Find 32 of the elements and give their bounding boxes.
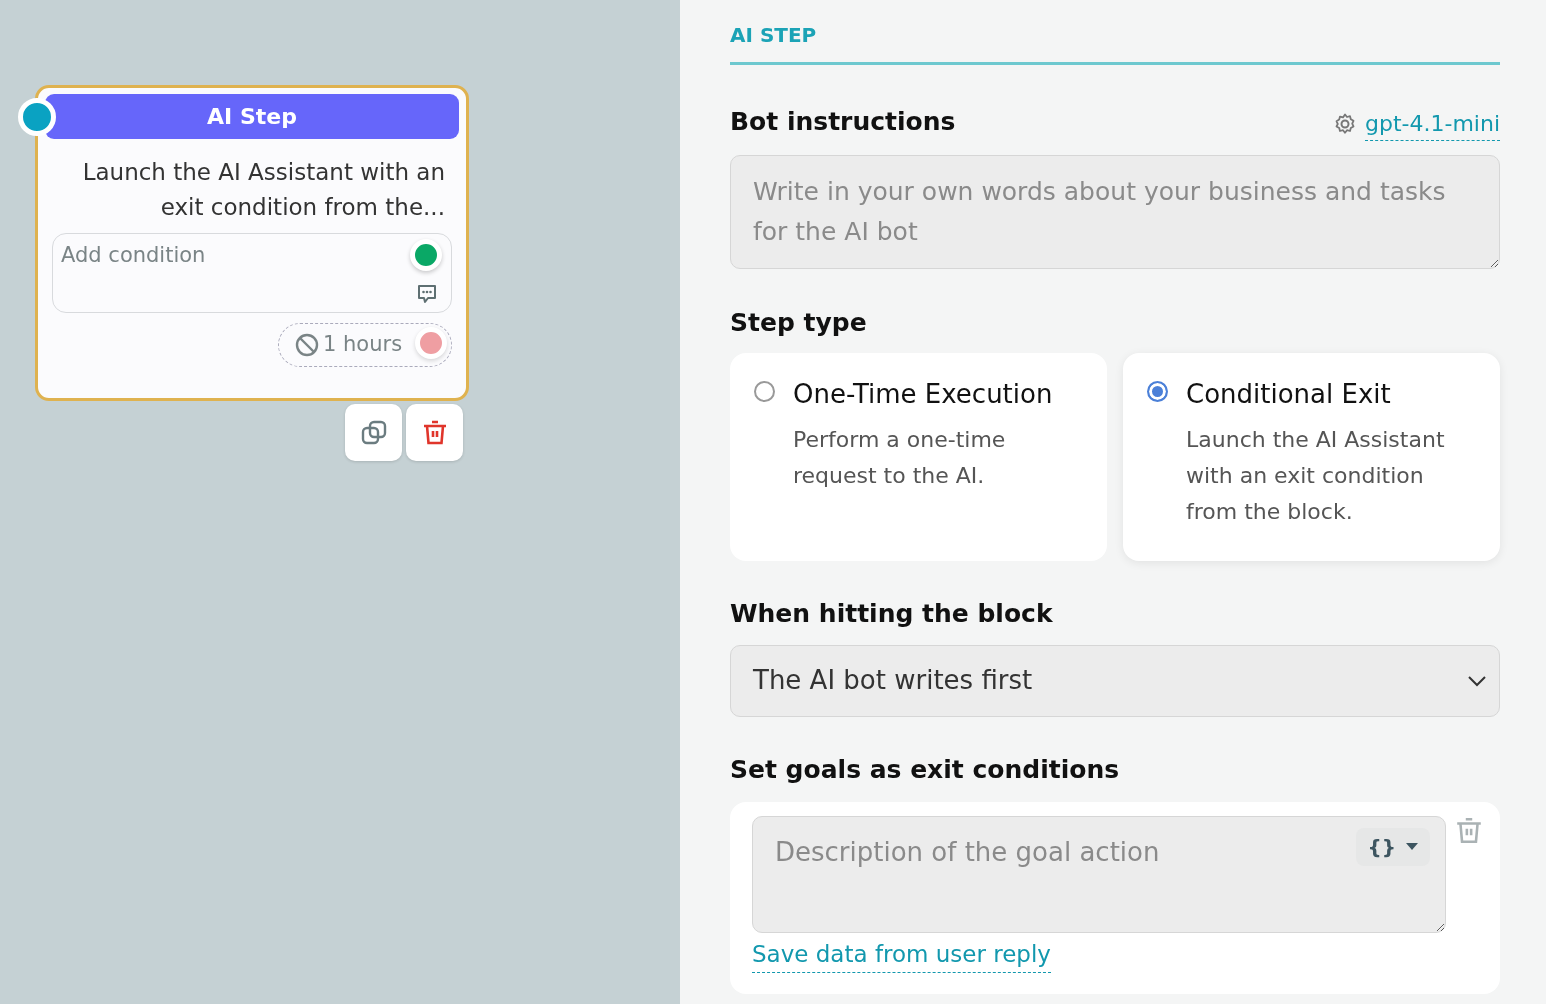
timeout-label: 1 hours [323, 331, 403, 359]
option-title: One-Time Execution [793, 378, 1054, 411]
trash-icon[interactable] [1454, 816, 1484, 846]
radio-button[interactable] [754, 381, 775, 402]
option-title: Conditional Exit [1186, 378, 1392, 411]
trigger-select[interactable]: The AI bot writes first [730, 644, 1500, 717]
blocked-icon [295, 333, 319, 357]
step-type-option[interactable]: One-Time Execution Perform a one-time request to the AI. [730, 353, 1107, 561]
caret-icon [1406, 843, 1418, 851]
option-description: Perform a one-time request to the AI. [793, 426, 1007, 490]
output-port[interactable] [410, 239, 442, 271]
chat-icon[interactable] [416, 283, 438, 305]
timeout-port[interactable] [415, 327, 447, 359]
node-description: Launch the AI Assistant with an exit condition from the... [81, 158, 445, 222]
instructions-field[interactable]: Write in your own words about your business and tasks for the AI bot [730, 154, 1500, 269]
node-title: AI Step [45, 94, 459, 139]
variable-button[interactable]: {} [1355, 828, 1430, 866]
step-type-option[interactable]: Conditional Exit Launch the AI Assistant with an exit condition from the block. [1123, 353, 1500, 561]
radio-button[interactable] [1147, 381, 1168, 402]
duplicate-button[interactable] [345, 404, 402, 461]
chevron-icon [1467, 674, 1487, 687]
condition-field[interactable]: Add condition [52, 233, 452, 313]
save-data-link[interactable]: Save data from user reply [752, 937, 1051, 973]
delete-button[interactable] [406, 404, 463, 461]
field-label: Bot instructions [730, 106, 956, 138]
field-label: Step type [730, 306, 868, 339]
field-label: Set goals as exit conditions [730, 753, 1121, 786]
field-label: When hitting the block [730, 598, 1054, 630]
copy-icon [359, 418, 388, 447]
node-card[interactable]: AI Step Launch the AI Assistant with an exit condition from the... Add condition 1 hours [35, 85, 469, 401]
option-description: Launch the AI Assistant with an exit condition from the block. [1186, 426, 1446, 526]
input-port[interactable] [18, 98, 56, 136]
